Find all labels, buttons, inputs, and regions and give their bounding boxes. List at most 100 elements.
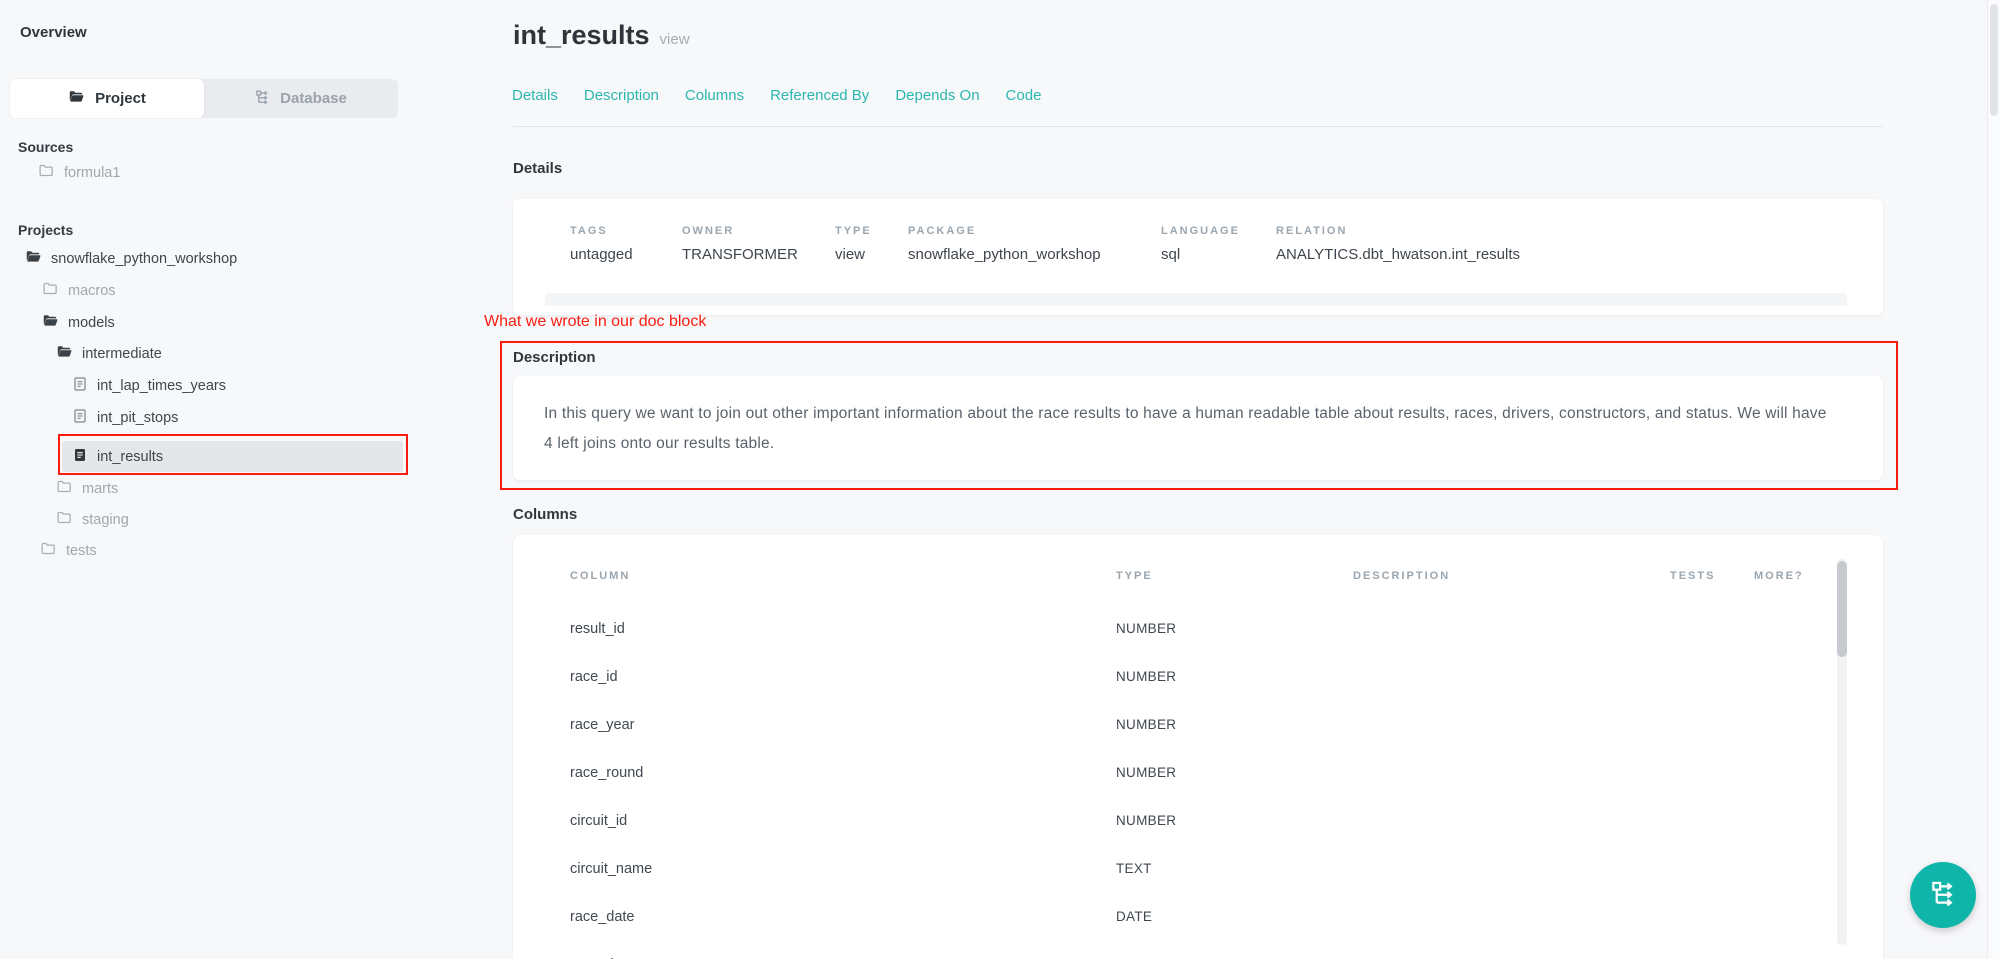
column-name: circuit_name (570, 861, 1116, 877)
toggle-project-label: Project (95, 90, 146, 107)
toggle-project-button[interactable]: Project (10, 79, 204, 118)
sidebar-item-int-results[interactable]: int_results (72, 444, 163, 469)
sidebar-item-marts[interactable]: marts (56, 476, 118, 501)
toggle-database-button[interactable]: Database (204, 79, 398, 118)
table-row[interactable]: race_year NUMBER (513, 712, 1883, 737)
table-row[interactable]: race_date DATE (513, 904, 1883, 929)
col-header-type: TYPE (1116, 570, 1353, 582)
folder-icon (42, 280, 59, 301)
tab-code[interactable]: Code (1006, 87, 1042, 104)
folder-icon (40, 540, 57, 561)
column-type: TEXT (1116, 861, 1353, 876)
sources-heading: Sources (18, 139, 73, 155)
detail-tabs: Details Description Columns Referenced B… (512, 87, 1041, 104)
page-scrollbar-thumb[interactable] (1990, 4, 1998, 116)
tab-details[interactable]: Details (512, 87, 558, 104)
field-language: LANGUAGE sql (1161, 225, 1276, 263)
details-section-heading: Details (513, 160, 562, 177)
description-body: In this query we want to join out other … (513, 376, 1883, 459)
lineage-icon (1930, 879, 1957, 911)
details-card: TAGS untagged OWNER TRANSFORMER TYPE vie… (513, 199, 1883, 315)
table-scrollbar-track (1837, 559, 1847, 945)
column-type: NUMBER (1116, 813, 1353, 828)
column-name: race_year (570, 717, 1116, 733)
field-package: PACKAGE snowflake_python_workshop (908, 225, 1161, 263)
column-type: NUMBER (1116, 669, 1353, 684)
sidebar-item-label: int_results (97, 449, 163, 465)
column-type: NUMBER (1116, 765, 1353, 780)
field-owner: OWNER TRANSFORMER (682, 225, 835, 263)
projects-heading: Projects (18, 222, 73, 238)
document-icon (72, 408, 88, 428)
sidebar-item-models[interactable]: models (42, 310, 115, 335)
overview-heading: Overview (20, 24, 87, 41)
sidebar-item-staging[interactable]: staging (56, 507, 129, 532)
annotation-text: What we wrote in our doc block (484, 313, 706, 331)
sidebar-item-label: macros (68, 283, 116, 299)
field-tags: TAGS untagged (570, 225, 682, 263)
col-header-description: DESCRIPTION (1353, 570, 1670, 582)
folder-icon (56, 478, 73, 499)
document-filled-icon (72, 447, 88, 467)
sidebar-item-int-pit-stops[interactable]: int_pit_stops (72, 405, 178, 430)
columns-card: COLUMN TYPE DESCRIPTION TESTS MORE? resu… (513, 535, 1883, 959)
field-type: TYPE view (835, 225, 908, 263)
description-card: In this query we want to join out other … (513, 376, 1883, 480)
column-type: NUMBER (1116, 717, 1353, 732)
folder-open-icon (56, 343, 73, 364)
col-header-tests: TESTS (1670, 570, 1754, 582)
toggle-database-label: Database (280, 90, 347, 107)
table-row[interactable]: result_id NUMBER (513, 616, 1883, 641)
columns-section-heading: Columns (513, 506, 577, 523)
sidebar-item-label: models (68, 315, 115, 331)
tab-columns[interactable]: Columns (685, 87, 744, 104)
field-relation: RELATION ANALYTICS.dbt_hwatson.int_resul… (1276, 225, 1520, 263)
details-footer-strip (545, 293, 1847, 306)
col-header-column: COLUMN (570, 570, 1116, 582)
sidebar-item-tests[interactable]: tests (40, 538, 97, 563)
tabs-divider (513, 126, 1883, 127)
table-row[interactable]: race_id NUMBER (513, 664, 1883, 689)
column-type: NUMBER (1116, 621, 1353, 636)
sidebar-item-label: intermediate (82, 346, 162, 362)
table-row[interactable]: circuit_id NUMBER (513, 808, 1883, 833)
sidebar-item-snowflake-python-workshop[interactable]: snowflake_python_workshop (25, 246, 237, 271)
tab-referenced-by[interactable]: Referenced By (770, 87, 869, 104)
folder-open-icon (68, 88, 85, 109)
dbt-docs-app: Overview Project Database (0, 0, 2000, 959)
tab-description[interactable]: Description (584, 87, 659, 104)
sidebar-item-label: int_lap_times_years (97, 378, 226, 394)
col-header-more: MORE? (1754, 570, 1883, 582)
sidebar-item-macros[interactable]: macros (42, 278, 116, 303)
document-icon (72, 376, 88, 396)
folder-icon (38, 162, 55, 183)
sidebar-item-label: formula1 (64, 165, 120, 181)
sidebar-item-label: marts (82, 481, 118, 497)
model-type-badge: view (660, 31, 690, 48)
table-row[interactable]: circuit_name TEXT (513, 856, 1883, 881)
description-section-heading: Description (513, 349, 596, 366)
view-toggle: Project Database (10, 79, 398, 118)
column-type: DATE (1116, 909, 1353, 924)
column-name: race_id (570, 669, 1116, 685)
page-title: int_results view (513, 20, 690, 51)
folder-open-icon (25, 248, 42, 269)
column-name: result_id (570, 621, 1116, 637)
table-scrollbar-thumb[interactable] (1837, 561, 1847, 657)
model-name: int_results (513, 20, 650, 50)
columns-table-header: COLUMN TYPE DESCRIPTION TESTS MORE? (513, 563, 1883, 588)
lineage-graph-button[interactable] (1910, 862, 1976, 928)
table-row[interactable]: race_round NUMBER (513, 760, 1883, 785)
tab-depends-on[interactable]: Depends On (895, 87, 979, 104)
sidebar-item-formula1[interactable]: formula1 (38, 160, 120, 185)
details-fields: TAGS untagged OWNER TRANSFORMER TYPE vie… (513, 199, 1883, 263)
column-name: circuit_id (570, 813, 1116, 829)
sidebar-item-label: snowflake_python_workshop (51, 251, 237, 267)
column-name: race_date (570, 909, 1116, 925)
sidebar-item-intermediate[interactable]: intermediate (56, 341, 162, 366)
folder-icon (56, 509, 73, 530)
sidebar-item-label: staging (82, 512, 129, 528)
sidebar-item-label: int_pit_stops (97, 410, 178, 426)
table-row[interactable]: race_time TIME (513, 952, 1883, 959)
sidebar-item-int-lap-times-years[interactable]: int_lap_times_years (72, 373, 226, 398)
